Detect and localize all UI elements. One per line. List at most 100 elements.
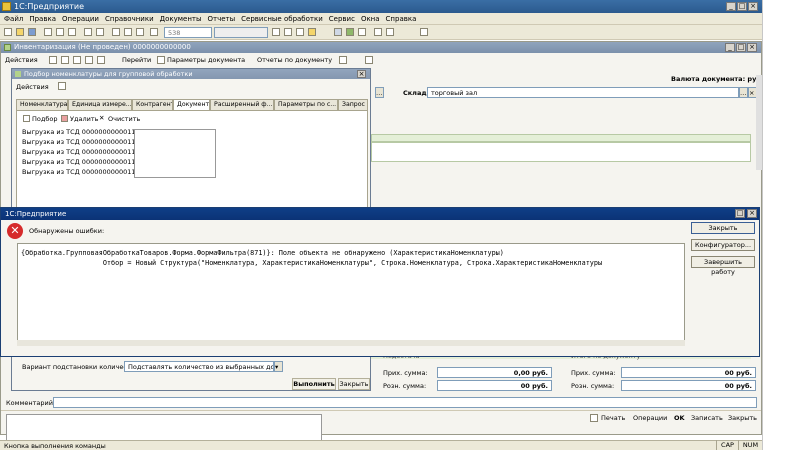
qty-variant-dropdown[interactable]: ▾ [274,361,283,372]
menu-reports[interactable]: Отчеты [208,15,236,23]
toolbar-search-secondary[interactable] [214,27,268,38]
close-button[interactable]: Закрыть [728,414,757,422]
mark-icon[interactable] [150,28,158,36]
doc-print-icon[interactable] [339,56,347,64]
list-item[interactable]: Выгрузка из ТСД 000000000001121 [22,128,144,136]
select-button[interactable]: Подбор [32,115,57,123]
clear-button[interactable]: Очистить [108,115,140,123]
tab-params[interactable]: Параметры по с... [274,99,338,110]
find-icon[interactable] [112,28,120,36]
operations-menu[interactable]: Операции [633,414,667,422]
comment-field[interactable] [53,397,757,408]
error-maximize-button[interactable]: □ [735,209,745,218]
save-button[interactable]: Записать [691,414,723,422]
toolbar-search-input[interactable]: 538 [164,27,212,38]
ok-button[interactable]: OK [674,414,685,422]
tab-nomenclature[interactable]: Номенклатура [16,99,68,110]
menu-edit[interactable]: Правка [29,15,56,23]
tools-icon[interactable] [420,28,428,36]
tab-unit[interactable]: Единица измере... [68,99,132,110]
print-menu[interactable]: Печать [601,414,625,422]
help-icon[interactable] [374,28,382,36]
picker-help-icon[interactable] [58,82,66,90]
doc-add-icon[interactable] [49,56,57,64]
list-item[interactable]: Выгрузка из ТСД 000000000001138 [22,148,144,156]
search-down-icon[interactable] [296,28,304,36]
tab-counterparty[interactable]: Контрагент [132,99,173,110]
doc-copy-icon[interactable] [73,56,81,64]
maximize-button[interactable]: □ [737,2,747,11]
settings-icon[interactable] [386,28,394,36]
minimize-button[interactable]: _ [726,2,736,11]
configurator-button[interactable]: Конфигуратор... [691,239,755,251]
picker-close-button[interactable]: × [357,70,366,78]
list-item[interactable]: Выгрузка из ТСД 000000000001140 [22,158,144,166]
save-icon[interactable] [28,28,36,36]
error-close-button[interactable]: × [747,209,757,218]
list-item[interactable]: Выгрузка из ТСД 000000000001125 [22,138,144,146]
doc-field-left[interactable]: … [375,87,384,98]
cap-indicator: CAP [716,440,738,450]
error-close-dialog-button[interactable]: Закрыть [691,222,755,234]
undo-icon[interactable] [84,28,92,36]
menu-file[interactable]: Файл [4,15,23,23]
side-scroll-track[interactable] [756,75,762,170]
menu-service-processing[interactable]: Сервисные обработки [241,15,323,23]
calculator-icon[interactable] [334,28,342,36]
new-icon[interactable] [4,28,12,36]
close-window-button[interactable]: × [748,2,758,11]
picker-close-footer-button[interactable]: Закрыть [338,378,370,390]
delete-button[interactable]: Удалить [70,115,98,123]
doc-delete-icon[interactable] [85,56,93,64]
finish-work-button[interactable]: Завершить работу [691,256,755,276]
find-prev-icon[interactable] [136,28,144,36]
calendar-icon[interactable] [346,28,354,36]
goods-table-area[interactable] [371,142,751,162]
select-icon [23,115,30,122]
menu-service[interactable]: Сервис [329,15,355,23]
warehouse-field[interactable]: торговый зал [427,87,739,98]
search-up-icon[interactable] [284,28,292,36]
list-item[interactable]: Выгрузка из ТСД 000000000001151 [22,168,144,176]
paste-icon[interactable] [68,28,76,36]
doc-edit-icon[interactable] [61,56,69,64]
cut-icon[interactable] [44,28,52,36]
qty-variant-select[interactable]: Подставлять количество из выбранных доку… [124,361,274,372]
search-icon[interactable] [272,28,280,36]
picker-title-icon [15,71,21,77]
menu-windows[interactable]: Окна [361,15,380,23]
doc-actions-menu[interactable]: Действия [5,56,38,64]
folder-icon[interactable] [308,28,316,36]
picker-actions-menu[interactable]: Действия [16,83,49,91]
tab-query[interactable]: Запрос [338,99,368,110]
error-text-area[interactable]: {Обработка.ГрупповаяОбработкаТоваров.Фор… [17,243,685,343]
doc-goto-menu[interactable]: Перейти [122,56,151,64]
doc-params-button[interactable]: Параметры документа [167,56,245,64]
menu-help[interactable]: Справка [386,15,417,23]
warehouse-select-button[interactable]: … [739,87,748,98]
find-next-icon[interactable] [124,28,132,36]
documents-detail-box[interactable] [134,129,216,178]
doc-params-icon[interactable] [157,56,165,64]
error-text-scroll[interactable] [17,340,685,346]
delete-icon [61,115,68,122]
document-command-bar: Действия Перейти Параметры документа Отч… [1,54,761,66]
doc-close-button[interactable]: × [747,43,757,52]
table-icon[interactable] [358,28,366,36]
execute-button[interactable]: Выполнить [292,378,336,390]
doc-maximize-button[interactable]: □ [736,43,746,52]
open-icon[interactable] [16,28,24,36]
menu-documents[interactable]: Документы [160,15,202,23]
doc-reports-menu[interactable]: Отчеты по документу [257,56,332,64]
copy-icon[interactable] [56,28,64,36]
menu-operations[interactable]: Операции [62,15,99,23]
tab-document[interactable]: Документ [173,99,210,110]
error-line-2: Отбор = Новый Структура("Номенклатура, Х… [21,259,603,267]
menu-catalogs[interactable]: Справочники [105,15,154,23]
doc-help-icon[interactable] [365,56,373,64]
app-logo-icon [2,2,11,11]
doc-refresh-icon[interactable] [97,56,105,64]
redo-icon[interactable] [96,28,104,36]
doc-minimize-button[interactable]: _ [725,43,735,52]
tab-extended-filter[interactable]: Расширенный ф... [210,99,274,110]
